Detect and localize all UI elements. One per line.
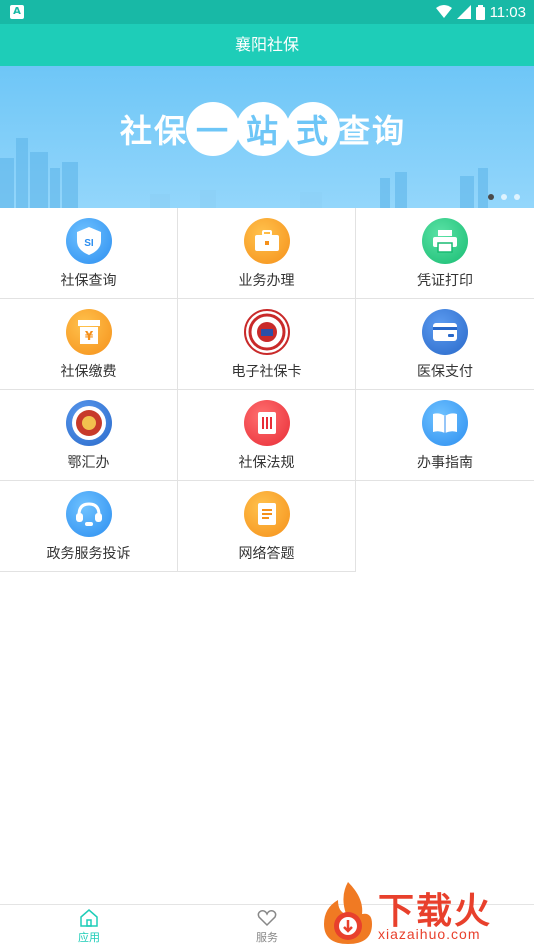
slogan-bubble: 站: [236, 102, 291, 156]
page-title: 襄阳社保: [0, 24, 534, 66]
tab-apps[interactable]: 应用: [0, 905, 178, 948]
briefcase-icon: [244, 218, 290, 264]
document-icon: [244, 400, 290, 446]
carousel-dot[interactable]: [501, 194, 507, 200]
home-icon: [80, 909, 98, 927]
emblem-icon: [66, 400, 112, 446]
grid-item-label: 业务办理: [238, 273, 295, 289]
grid-item-label: 社保缴费: [60, 364, 117, 380]
yen-badge-text: ¥: [85, 329, 94, 343]
grid-item-label: 社保查询: [60, 273, 117, 289]
book-icon: [422, 400, 468, 446]
si-shield-icon: SI: [66, 218, 112, 264]
slogan-bubble: 式: [286, 102, 341, 156]
grid-item-e-social-security-card[interactable]: 电子社保卡: [178, 299, 356, 390]
function-grid: SI 社保查询 业务办理 凭证打印 ¥ 社保缴费 电子社保卡 医保支付 鄂汇办 …: [0, 208, 534, 572]
grid-item-social-security-regulations[interactable]: 社保法规: [178, 390, 356, 481]
notes-icon: [244, 491, 290, 537]
carousel-indicator: [488, 194, 520, 200]
si-badge-text: SI: [84, 238, 94, 249]
banner-carousel[interactable]: 社保 一 站 式 查询: [0, 66, 534, 208]
slogan-bubble: 一: [186, 102, 241, 156]
grid-item-label: 办事指南: [417, 455, 473, 471]
grid-item-label: 社保法规: [238, 455, 295, 471]
payment-box-icon: ¥: [66, 309, 112, 355]
grid-item-label: 医保支付: [417, 364, 473, 380]
grid-item-social-security-payment[interactable]: ¥ 社保缴费: [0, 299, 178, 390]
status-bar: A 11:03: [0, 0, 534, 24]
grid-item-online-quiz[interactable]: 网络答题: [178, 481, 356, 572]
grid-item-label: 网络答题: [238, 546, 295, 562]
flame-logo-icon: [324, 882, 372, 944]
signal-icon: [456, 5, 471, 19]
tab-label: 应用: [78, 931, 100, 944]
heart-icon: [257, 910, 277, 927]
slogan-part: 查询: [338, 112, 407, 150]
carousel-dot[interactable]: [488, 194, 494, 200]
grid-item-label: 政务服务投诉: [46, 546, 131, 562]
grid-item-social-security-query[interactable]: SI 社保查询: [0, 208, 178, 299]
carousel-dot[interactable]: [514, 194, 520, 200]
app-notification-icon: A: [10, 5, 24, 19]
wifi-icon: [435, 5, 452, 18]
grid-item-certificate-print[interactable]: 凭证打印: [356, 208, 534, 299]
grid-item-label: 电子社保卡: [231, 364, 302, 380]
grid-item-business-handling[interactable]: 业务办理: [178, 208, 356, 299]
watermark-url: xiazaihuo.com: [378, 926, 481, 942]
headset-icon: [66, 491, 112, 537]
grid-item-label: 凭证打印: [417, 273, 473, 289]
grid-item-government-service-complaint[interactable]: 政务服务投诉: [0, 481, 178, 572]
banner-slogan: 社保 一 站 式 查询: [120, 102, 407, 156]
grid-item-service-guide[interactable]: 办事指南: [356, 390, 534, 481]
watermark: 下载火 xiazaihuo.com: [318, 878, 534, 948]
grid-item-label: 鄂汇办: [67, 455, 110, 471]
printer-icon: [422, 218, 468, 264]
grid-item-ehuiban[interactable]: 鄂汇办: [0, 390, 178, 481]
grid-item-medical-insurance-payment[interactable]: 医保支付: [356, 299, 534, 390]
social-security-seal-icon: [244, 309, 290, 355]
battery-icon: [475, 4, 485, 20]
grid-empty-cell: [356, 481, 534, 572]
slogan-part: 社保: [120, 112, 189, 150]
card-icon: [422, 309, 468, 355]
clock: 11:03: [489, 3, 526, 21]
